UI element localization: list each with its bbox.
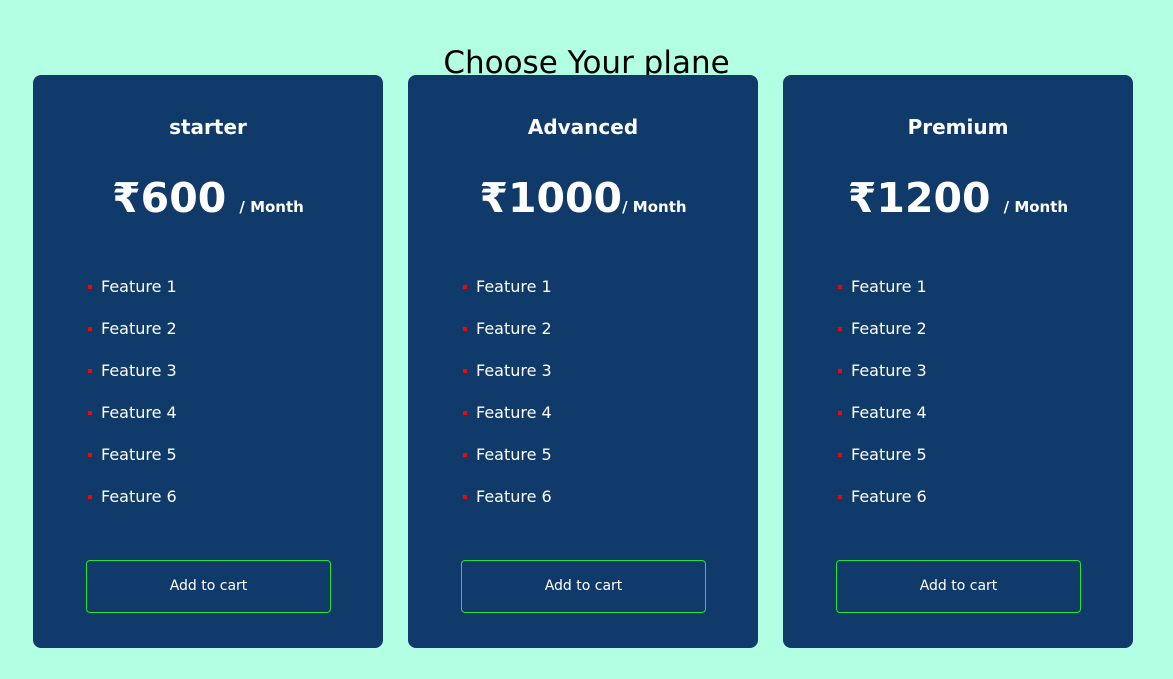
feature-item: Feature 5 (86, 441, 177, 483)
bullet-square-icon (463, 495, 467, 499)
plan-card-starter: starter ₹600 / Month Feature 1 Feature 2… (33, 75, 383, 648)
bullet-square-icon (463, 369, 467, 373)
bullet-square-icon (463, 285, 467, 289)
bullet-square-icon (463, 453, 467, 457)
feature-item: Feature 4 (86, 399, 177, 441)
plan-name: Advanced (527, 115, 639, 139)
plan-price: ₹1200 (847, 174, 991, 222)
feature-item: Feature 4 (461, 399, 552, 441)
bullet-square-icon (88, 369, 92, 373)
add-to-cart-button[interactable]: Add to cart (836, 560, 1081, 613)
bullet-square-icon (838, 285, 842, 289)
bullet-square-icon (838, 327, 842, 331)
feature-item: Feature 2 (461, 315, 552, 357)
plan-period: / Month (1003, 198, 1069, 216)
feature-item: Feature 2 (86, 315, 177, 357)
plan-name: Premium (907, 115, 1009, 139)
plan-period: / Month (239, 198, 304, 216)
plan-price: ₹1000 (479, 174, 623, 222)
feature-item: Feature 6 (86, 483, 177, 525)
plan-period: / Month (622, 198, 687, 216)
price-row: ₹1200 / Month (783, 172, 1133, 224)
bullet-square-icon (88, 453, 92, 457)
bullet-square-icon (88, 495, 92, 499)
bullet-square-icon (838, 453, 842, 457)
feature-item: Feature 5 (836, 441, 927, 483)
feature-list: Feature 1 Feature 2 Feature 3 Feature 4 … (461, 273, 552, 525)
feature-list: Feature 1 Feature 2 Feature 3 Feature 4 … (836, 273, 927, 525)
bullet-square-icon (463, 327, 467, 331)
feature-item: Feature 1 (461, 273, 552, 315)
plan-card-advanced: Advanced ₹1000/ Month Feature 1 Feature … (408, 75, 758, 648)
feature-item: Feature 1 (836, 273, 927, 315)
feature-item: Feature 3 (461, 357, 552, 399)
bullet-square-icon (838, 411, 842, 415)
plan-price: ₹600 (112, 174, 227, 222)
bullet-square-icon (838, 369, 842, 373)
plan-card-premium: Premium ₹1200 / Month Feature 1 Feature … (783, 75, 1133, 648)
feature-item: Feature 3 (836, 357, 927, 399)
price-row: ₹600 / Month (33, 172, 383, 224)
bullet-square-icon (88, 411, 92, 415)
feature-item: Feature 2 (836, 315, 927, 357)
plan-name: starter (169, 115, 247, 139)
feature-item: Feature 6 (836, 483, 927, 525)
bullet-square-icon (88, 327, 92, 331)
feature-item: Feature 6 (461, 483, 552, 525)
feature-list: Feature 1 Feature 2 Feature 3 Feature 4 … (86, 273, 177, 525)
feature-item: Feature 3 (86, 357, 177, 399)
bullet-square-icon (88, 285, 92, 289)
bullet-square-icon (463, 411, 467, 415)
price-row: ₹1000/ Month (408, 172, 758, 224)
feature-item: Feature 5 (461, 441, 552, 483)
add-to-cart-button[interactable]: Add to cart (86, 560, 331, 613)
feature-item: Feature 4 (836, 399, 927, 441)
feature-item: Feature 1 (86, 273, 177, 315)
bullet-square-icon (838, 495, 842, 499)
add-to-cart-button[interactable]: Add to cart (461, 560, 706, 613)
